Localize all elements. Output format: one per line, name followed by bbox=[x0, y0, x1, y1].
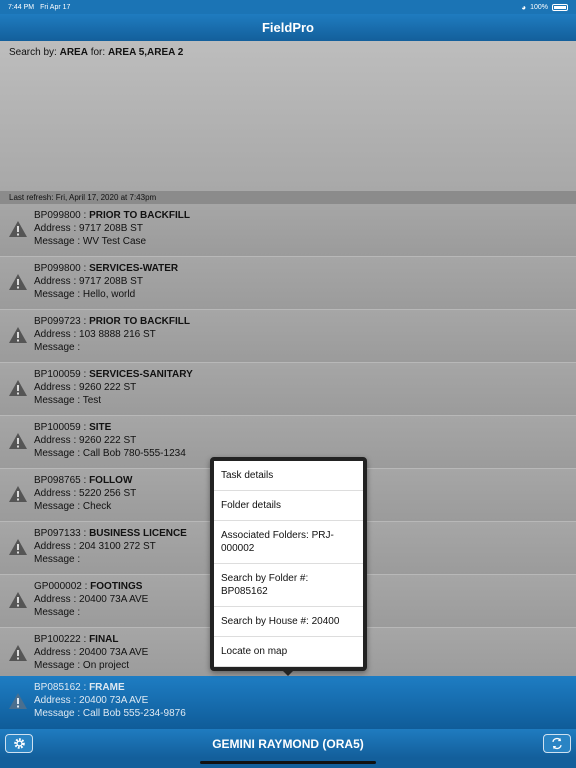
task-message: Message : WV Test Case bbox=[34, 236, 147, 247]
last-refresh-text: Last refresh: Fri, April 17, 2020 at 7:4… bbox=[9, 193, 157, 202]
task-folder: BP100222 bbox=[34, 634, 81, 645]
status-bar: 7:44 PM Fri Apr 17 ◕ 100% bbox=[0, 0, 576, 14]
task-type: SERVICES-SANITARY bbox=[89, 369, 193, 380]
status-date: Fri Apr 17 bbox=[40, 3, 71, 11]
settings-button[interactable] bbox=[5, 734, 33, 753]
warning-icon bbox=[9, 274, 27, 290]
task-message: Message : Test bbox=[34, 395, 102, 406]
popover-menu-item[interactable]: Locate on map bbox=[214, 637, 363, 667]
task-folder: BP100059 bbox=[34, 422, 81, 433]
popover-menu-item[interactable]: Search by House #: 20400 bbox=[214, 607, 363, 637]
last-refresh-bar: Last refresh: Fri, April 17, 2020 at 7:4… bbox=[0, 191, 576, 204]
task-row[interactable]: BP099800 : SERVICES-WATER Address : 9717 … bbox=[0, 257, 576, 310]
task-type: BUSINESS LICENCE bbox=[89, 528, 187, 539]
task-separator: : bbox=[80, 634, 90, 645]
task-folder: BP100059 bbox=[34, 369, 81, 380]
task-type: FRAME bbox=[89, 682, 125, 693]
search-field: AREA bbox=[59, 47, 88, 58]
search-prefix: Search by: bbox=[9, 47, 57, 58]
refresh-icon bbox=[552, 737, 562, 750]
task-message: Message : Hello, world bbox=[34, 289, 136, 300]
task-separator: : bbox=[80, 475, 90, 486]
task-folder: BP097133 bbox=[34, 528, 81, 539]
task-type: FOOTINGS bbox=[90, 581, 143, 592]
task-address: Address : 9260 222 ST bbox=[34, 382, 137, 393]
battery-percent: 100% bbox=[530, 3, 548, 11]
user-label: GEMINI RAYMOND (ORA5) bbox=[212, 736, 364, 751]
task-folder: BP098765 bbox=[34, 475, 81, 486]
task-address: Address : 9717 208B ST bbox=[34, 276, 143, 287]
task-title: BP099800 : SERVICES-WATER bbox=[34, 262, 576, 275]
warning-icon bbox=[9, 592, 27, 608]
warning-icon bbox=[9, 327, 27, 343]
popover-arrow bbox=[281, 669, 295, 676]
task-folder: BP099723 bbox=[34, 316, 81, 327]
task-title: BP100059 : SERVICES-SANITARY bbox=[34, 368, 576, 381]
popover-menu-item[interactable]: Folder details bbox=[214, 491, 363, 521]
app-title: FieldPro bbox=[261, 20, 314, 35]
task-folder: GP000002 bbox=[34, 581, 82, 592]
task-row[interactable]: BP099723 : PRIOR TO BACKFILL Address : 10… bbox=[0, 310, 576, 363]
warning-icon bbox=[9, 380, 27, 396]
task-separator: : bbox=[80, 316, 90, 327]
warning-icon bbox=[9, 486, 27, 502]
task-type: SERVICES-WATER bbox=[89, 263, 179, 274]
task-separator: : bbox=[80, 369, 90, 380]
popover-menu-item[interactable]: Task details bbox=[214, 461, 363, 491]
gear-icon bbox=[13, 738, 25, 749]
task-separator: : bbox=[80, 263, 90, 274]
task-folder: BP099800 bbox=[34, 263, 81, 274]
popover-menu-item[interactable]: Search by Folder #: BP085162 bbox=[214, 564, 363, 607]
search-summary: Search by: AREA for: AREA 5,AREA 2 bbox=[0, 41, 576, 191]
task-message: Message : Call Bob 555-234-9876 bbox=[34, 708, 186, 719]
task-address: Address : 9260 222 ST bbox=[34, 435, 137, 446]
task-action-popover: Task details Folder details Associated Fol… bbox=[210, 457, 367, 671]
warning-icon bbox=[9, 221, 27, 237]
task-type: FINAL bbox=[89, 634, 119, 645]
task-row-selected[interactable]: BP085162 : FRAME Address : 20400 73A AVE… bbox=[0, 676, 576, 729]
task-address: Address : 103 8888 216 ST bbox=[34, 329, 156, 340]
task-folder: BP085162 bbox=[34, 682, 81, 693]
warning-icon bbox=[9, 433, 27, 449]
nav-bar: FieldPro bbox=[0, 14, 576, 41]
task-address: Address : 20400 73A AVE bbox=[34, 695, 149, 706]
popover-menu-item[interactable]: Associated Folders: PRJ-000002 bbox=[214, 521, 363, 564]
warning-icon bbox=[9, 539, 27, 555]
task-title: BP100059 : SITE bbox=[34, 421, 576, 434]
refresh-button[interactable] bbox=[543, 734, 571, 753]
task-title: BP085162 : FRAME bbox=[34, 681, 576, 694]
task-separator: : bbox=[80, 210, 90, 221]
task-type: FOLLOW bbox=[89, 475, 133, 486]
wifi-icon: ◕ bbox=[521, 2, 527, 12]
bottom-bar: GEMINI RAYMOND (ORA5) bbox=[0, 729, 576, 758]
task-row[interactable]: BP100059 : SERVICES-SANITARY Address : 92… bbox=[0, 363, 576, 416]
task-separator: : bbox=[80, 528, 90, 539]
task-row[interactable]: BP099800 : PRIOR TO BACKFILL Address : 97… bbox=[0, 204, 576, 257]
task-type: PRIOR TO BACKFILL bbox=[89, 210, 190, 221]
task-type: SITE bbox=[89, 422, 112, 433]
task-separator: : bbox=[80, 682, 90, 693]
warning-icon bbox=[9, 693, 27, 709]
task-message: Message : bbox=[34, 342, 81, 353]
task-folder: BP099800 bbox=[34, 210, 81, 221]
search-for-label: for: bbox=[90, 47, 106, 58]
search-value: AREA 5,AREA 2 bbox=[107, 47, 184, 58]
task-title: BP099723 : PRIOR TO BACKFILL bbox=[34, 315, 576, 328]
task-separator: : bbox=[80, 422, 90, 433]
task-title: BP099800 : PRIOR TO BACKFILL bbox=[34, 209, 576, 222]
battery-icon bbox=[552, 3, 568, 11]
warning-icon bbox=[9, 645, 27, 661]
status-time: 7:44 PM bbox=[8, 3, 35, 11]
task-separator: : bbox=[81, 581, 91, 592]
task-address: Address : 9717 208B ST bbox=[34, 223, 143, 234]
home-indicator[interactable] bbox=[200, 761, 376, 764]
task-type: PRIOR TO BACKFILL bbox=[89, 316, 190, 327]
